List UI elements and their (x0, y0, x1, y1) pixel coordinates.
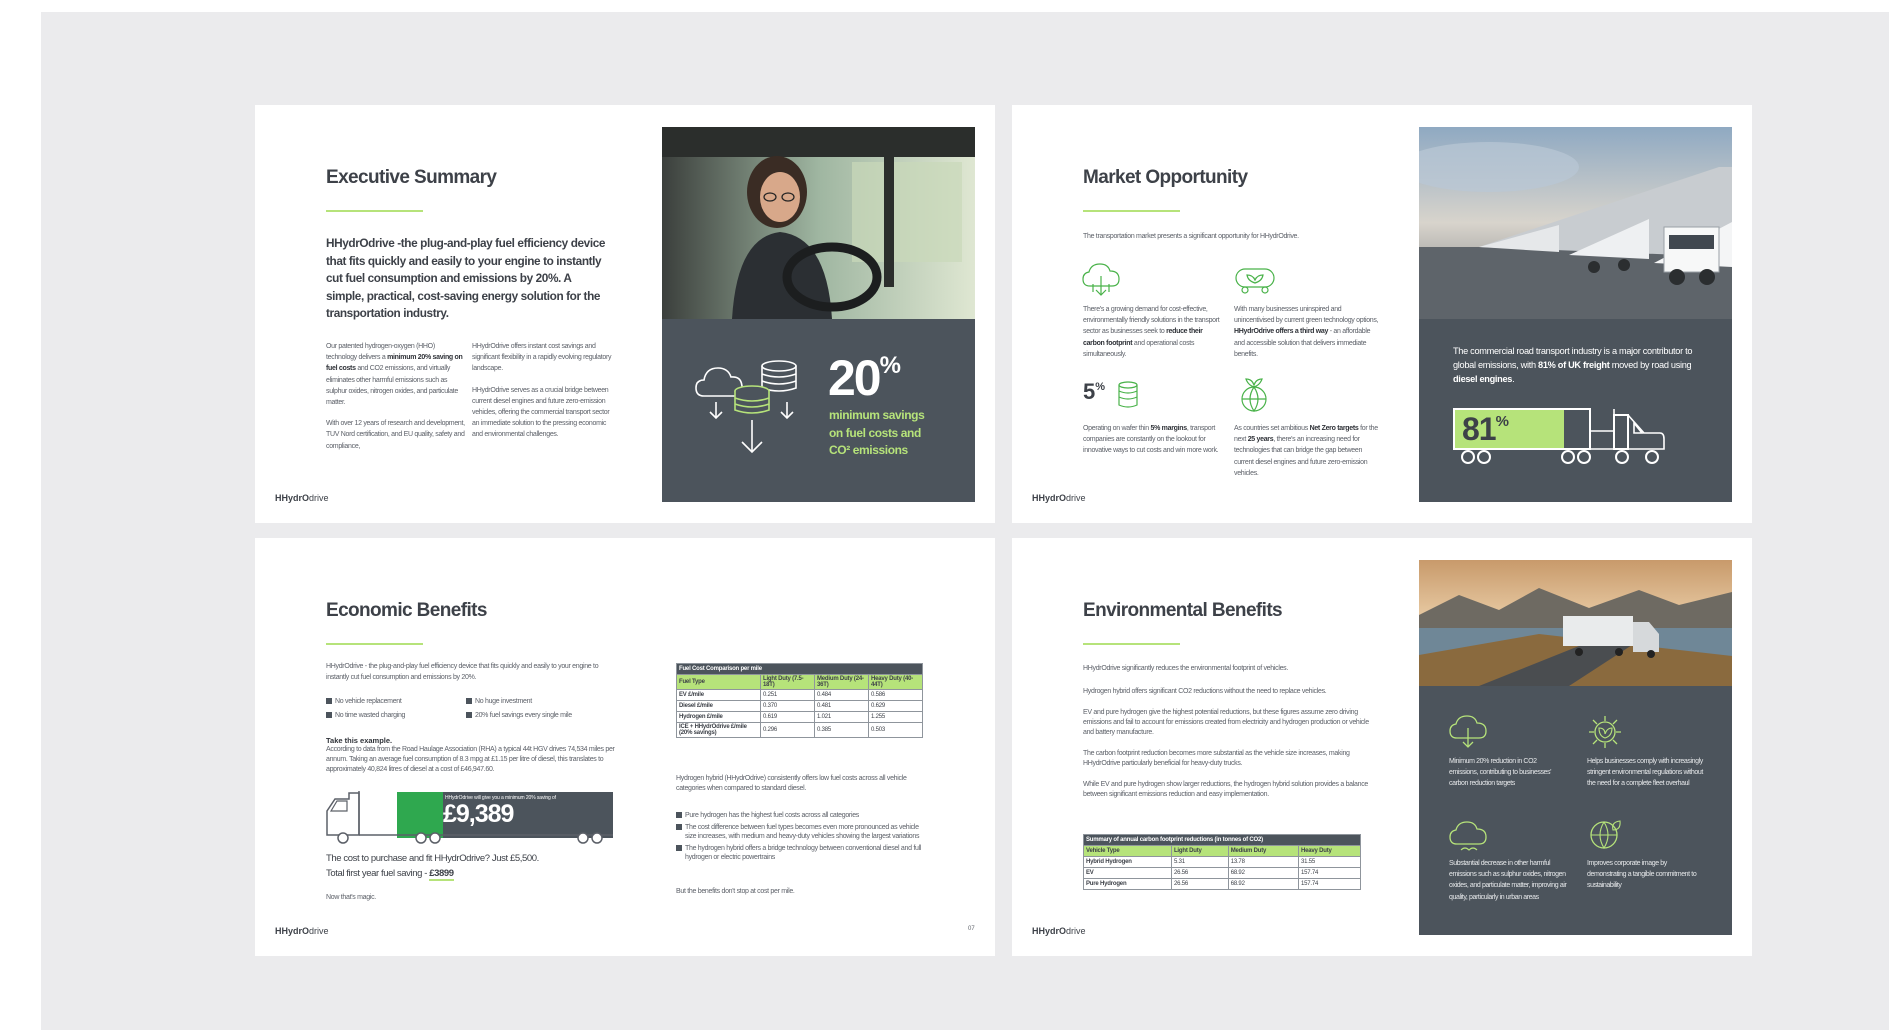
hybrid-points: Pure hydrogen has the highest fuel costs… (676, 811, 926, 865)
table-row: EV £/mile 0.251 0.484 0.586 (676, 689, 923, 701)
cost-line-1: The cost to purchase and fit HHydrOdrive… (326, 853, 539, 864)
feature-third-way: With many businesses uninspired and unin… (1234, 306, 1379, 358)
savings-panel: 20% minimum savings on fuel costs and CO… (662, 319, 975, 502)
benefit-bullet: 20% fuel savings every single mile (466, 712, 572, 719)
table-header: Heavy Duty (1297, 845, 1362, 857)
table-row: Diesel £/mile 0.370 0.481 0.629 (676, 700, 923, 712)
driver-photo-illustration (662, 127, 975, 319)
fuel-cost-table: Fuel Cost Comparison per mile Fuel Type … (676, 663, 923, 738)
carbon-reduction-table: Summary of annual carbon footprint reduc… (1083, 834, 1362, 890)
benefit-text: Helps businesses comply with increasingl… (1587, 758, 1703, 788)
slide-economic-benefits: Economic Benefits HHydrOdrive - the plug… (255, 538, 995, 956)
closing-remark: Now that's magic. (326, 894, 376, 901)
hhydrodrive-logo: HHydrOdrive (1032, 493, 1086, 503)
savings-figure: 20% (828, 350, 901, 406)
benefits-panel: Minimum 20% reduction in CO2 emissions, … (1419, 686, 1732, 935)
hybrid-point: Pure hydrogen has the highest fuel costs… (676, 811, 926, 821)
hhydrodrive-logo: HHydrOdrive (1032, 926, 1086, 936)
benefit-bullet: No vehicle replacement (326, 698, 402, 705)
document-canvas: Executive Summary HHydrOdrive -the plug-… (41, 12, 1889, 1030)
margin-figure: 5% (1083, 379, 1106, 404)
example-heading: Take this example. (326, 736, 393, 745)
table-row: Hydrogen £/mile 0.619 1.021 1.255 (676, 711, 923, 723)
truck-landscape-illustration (1419, 560, 1732, 686)
globe-leaf-icon (1590, 820, 1621, 850)
savings-caption: minimum savings on fuel costs and CO² em… (829, 408, 925, 457)
truck-landscape-photo (1419, 560, 1732, 686)
eco-truck-leaf-icon (1235, 268, 1275, 294)
slide-market-opportunity: Market Opportunity The transportation ma… (1012, 105, 1752, 523)
table-row: Hybrid Hydrogen 5.31 13.78 31.55 (1083, 856, 1362, 868)
feature-margins: Operating on wafer thin 5% margins, tran… (1083, 425, 1219, 455)
feature-demand: There's a growing demand for cost-effect… (1083, 306, 1220, 358)
benefit-bullet: No huge investment (466, 698, 532, 705)
trucks-photo (1419, 127, 1732, 319)
saving-amount: £9,389 (443, 800, 514, 828)
title-underline (326, 643, 423, 645)
title-underline (1083, 643, 1180, 645)
slide-executive-summary: Executive Summary HHydrOdrive -the plug-… (255, 105, 995, 523)
first-year-saving: £3899 (429, 868, 454, 881)
table-header: Fuel Type (676, 674, 761, 690)
intro-text: The transportation market presents a sig… (1083, 233, 1299, 240)
cost-line-2: Total first year fuel saving - £3899 (326, 868, 454, 881)
cloud-coins-arrows-icon (695, 360, 797, 454)
intro-text: HHydrOdrive - the plug-and-play fuel eff… (326, 663, 599, 682)
feature-net-zero: As countries set ambitious Net Zero targ… (1234, 425, 1378, 477)
hybrid-intro: Hydrogen hybrid (HHydrOdrive) consistent… (676, 775, 907, 792)
cloud-down-arrow-icon (1082, 263, 1120, 296)
benefit-text: Improves corporate image by demonstratin… (1587, 860, 1697, 890)
page-title: Market Opportunity (1083, 167, 1248, 188)
title-underline (326, 210, 423, 212)
benefit-bullet: No time wasted charging (326, 712, 405, 719)
benefit-text: Substantial decrease in other harmful em… (1449, 860, 1567, 901)
gear-leaf-icon (1589, 716, 1621, 748)
hybrid-point: The hydrogen hybrid offers a bridge tech… (676, 844, 926, 863)
trucks-photo-illustration (1419, 127, 1732, 319)
hhydrodrive-logo: HHydrOdrive (275, 926, 329, 936)
hybrid-point: The cost difference between fuel types b… (676, 823, 926, 842)
table-row: ICE + HHydrOdrive £/mile (20% savings) 0.… (676, 722, 923, 738)
cloud-emissions-icon (1449, 821, 1487, 851)
freight-panel: The commercial road transport industry i… (1419, 319, 1732, 502)
cloud-down-arrow-icon (1449, 715, 1487, 748)
slide-environmental-benefits: Environmental Benefits HHydrOdrive signi… (1012, 538, 1752, 956)
table-row: EV 26.56 68.92 157.74 (1083, 867, 1362, 879)
body-column-2: HHydrOdrive offers instant cost savings … (472, 343, 612, 439)
freight-figure: 81% (1462, 411, 1509, 447)
table-header: Light Duty (1170, 845, 1229, 857)
table-caption: Summary of annual carbon footprint reduc… (1083, 834, 1361, 846)
freight-statement: The commercial road transport industry i… (1453, 346, 1693, 384)
table-header: Medium Duty (1227, 845, 1299, 857)
table-caption: Fuel Cost Comparison per mile (676, 663, 923, 675)
table-header: Heavy Duty (40-44T) (868, 674, 923, 690)
table-header: Light Duty (7.5-18T) (760, 674, 815, 690)
table-header: Vehicle Type (1083, 845, 1172, 857)
title-underline (1083, 210, 1180, 212)
globe-plant-icon (1241, 378, 1267, 413)
benefits-continue: But the benefits don't stop at cost per … (676, 888, 795, 895)
table-header: Medium Duty (24-36T) (814, 674, 869, 690)
hhydrodrive-logo: HHydrOdrive (275, 493, 329, 503)
body-column-1: Our patented hydrogen-oxygen (HHO) techn… (326, 343, 465, 450)
page-title: Executive Summary (326, 167, 497, 188)
table-row: Pure Hydrogen 26.56 68.92 157.74 (1083, 878, 1362, 890)
example-text: According to data from the Road Haulage … (326, 746, 615, 773)
page-title: Environmental Benefits (1083, 600, 1283, 621)
page-number: 07 (968, 926, 975, 932)
lead-paragraph: HHydrOdrive -the plug-and-play fuel effi… (326, 236, 606, 321)
page-title: Economic Benefits (326, 600, 487, 621)
coin-stack-icon (1118, 381, 1138, 408)
env-paragraphs: HHydrOdrive significantly reduces the en… (1083, 665, 1369, 798)
driver-photo (662, 127, 975, 319)
benefit-text: Minimum 20% reduction in CO2 emissions, … (1449, 758, 1552, 788)
